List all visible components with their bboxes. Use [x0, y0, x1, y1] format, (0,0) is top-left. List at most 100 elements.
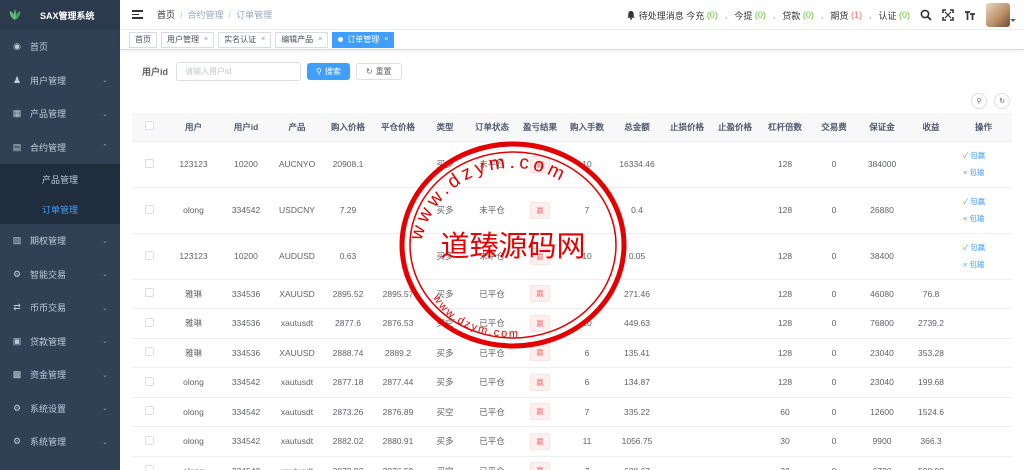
table-cell: 赢 — [517, 426, 563, 457]
today-withdraw-label[interactable]: 今提 — [734, 9, 752, 22]
select-all-checkbox[interactable] — [144, 121, 154, 131]
tab-label: 首页 — [135, 35, 151, 44]
column-header-8: 盈亏结果 — [517, 113, 563, 142]
lose-button[interactable]: × 包输 — [963, 256, 1012, 273]
table-cell: 0 — [811, 367, 857, 398]
sidebar-item-label: 合约管理 — [30, 142, 67, 153]
tab-2[interactable]: 实名认证 × — [218, 31, 272, 48]
row-checkbox[interactable] — [144, 288, 154, 298]
sidebar-item-4[interactable]: ▨ 期权管理 ⌄ — [0, 224, 120, 258]
tab-3[interactable]: 编辑产品 × — [275, 31, 329, 48]
search-icon[interactable] — [920, 9, 932, 21]
hamburger-icon[interactable] — [132, 10, 143, 19]
font-size-icon[interactable] — [964, 9, 976, 21]
table-row[interactable]: olong 334542 xautusdt 2882.02 2880.91 买多 已平仓赢 1… — [132, 426, 1012, 457]
win-button[interactable]: ✓ 包赢 — [963, 239, 1012, 256]
table-cell: 10200 — [221, 141, 271, 188]
close-icon[interactable]: × — [384, 36, 388, 43]
table-row[interactable]: olong334542xautusdt2873.922876.59买空已平仓 赢 7… — [132, 456, 1012, 470]
breadcrumb: 首页 / 合约管理 / 订单管理 — [157, 8, 272, 21]
row-checkbox[interactable] — [144, 317, 154, 327]
table-cell: 10200 — [221, 233, 271, 280]
column-header-7: 订单状态 — [467, 113, 517, 142]
result-badge: 赢 — [530, 403, 550, 421]
win-button[interactable]: ✓ 包赢 — [963, 193, 1012, 210]
table-header: 用户 用户id 产品 购入价格 平仓价格 类型 订单状态 盈亏结果 购入手数 总金额 止损价格 止盈价… — [132, 113, 1012, 142]
close-icon[interactable]: × — [204, 36, 208, 43]
search-button[interactable]: ⚲ 搜索 — [307, 63, 350, 80]
column-header-17: 操作 — [955, 113, 1012, 142]
row-checkbox[interactable] — [144, 204, 154, 214]
row-checkbox[interactable] — [144, 347, 154, 357]
column-header-13: 杠杆倍数 — [759, 113, 811, 142]
tab-4[interactable]: 订单管理 × — [332, 31, 395, 48]
actions-cell — [955, 426, 1012, 457]
table-cell: 已平仓 — [467, 397, 517, 427]
fullscreen-icon[interactable] — [942, 9, 954, 21]
watermark-stamp: www.dzym.com www.dzym.com 道臻源码网 — [399, 141, 627, 349]
row-checkbox[interactable] — [144, 465, 154, 470]
sidebar-item-2[interactable]: ▦ 产品管理 ⌄ — [0, 97, 120, 131]
table-cell: olong — [166, 397, 221, 427]
sidebar-item-8[interactable]: ▩ 资金管理 ⌄ — [0, 358, 120, 392]
sidebar-item-7[interactable]: ▣ 贷款管理 ⌄ — [0, 325, 120, 359]
breadcrumb-home[interactable]: 首页 — [157, 8, 175, 21]
table-cell — [663, 141, 711, 188]
svg-text:www.dzym.com: www.dzym.com — [430, 292, 520, 340]
tab-label: 实名认证 — [224, 35, 257, 44]
row-checkbox[interactable] — [144, 406, 154, 416]
close-icon[interactable]: × — [318, 36, 322, 43]
sidebar-item-10[interactable]: ⚙ 系统管理 ⌄ — [0, 425, 120, 459]
futures-label[interactable]: 期货 — [830, 9, 848, 22]
table-cell: 2877.44 — [373, 367, 423, 398]
table-cell: 6 — [563, 367, 611, 398]
sidebar-item-5[interactable]: ⚙ 智能交易 ⌄ — [0, 258, 120, 292]
table-row[interactable]: olong 334542 xautusdt 2877.18 2877.44 买多 已平仓赢 6… — [132, 367, 1012, 398]
row-checkbox[interactable] — [144, 376, 154, 386]
actions-cell: ✓ 包赢 × 包输 — [955, 187, 1012, 234]
table-cell: 353.28 — [907, 338, 955, 368]
table-cell: XAUUSD — [271, 338, 323, 368]
table-cell: 1524.6 — [907, 397, 955, 427]
tab-label: 用户管理 — [167, 35, 199, 44]
avatar[interactable] — [986, 3, 1016, 27]
dashboard-icon: ◉ — [13, 41, 21, 52]
row-checkbox[interactable] — [144, 435, 154, 445]
gear-icon: ⚙ — [12, 268, 22, 279]
sidebar-item-0[interactable]: ◉ 首页 — [0, 30, 120, 64]
reset-button[interactable]: ↻ 重置 — [355, 63, 402, 80]
table-cell: 334536 — [221, 308, 271, 339]
table-cell — [907, 233, 955, 280]
sidebar-subitem-0[interactable]: 产品管理 — [0, 164, 120, 194]
lose-button[interactable]: × 包输 — [963, 164, 1012, 181]
app-root: SAX管理系统 ◉ 首页 ♟ 用户管理 ⌄ ▦ 产品管理 ⌄ ▤ 合约管理 ⌃ 产品管理 订单管理 ▨ 期权… — [0, 0, 1024, 470]
toggle-search-icon[interactable]: ⚲ — [971, 93, 987, 109]
row-checkbox[interactable] — [144, 158, 154, 168]
table-cell: 76.8 — [907, 279, 955, 309]
loan-label[interactable]: 贷款 — [782, 9, 800, 22]
column-header-5: 平仓价格 — [373, 113, 423, 142]
today-charge-label[interactable]: 今充 — [686, 9, 704, 22]
win-button[interactable]: ✓ 包赢 — [963, 147, 1012, 164]
reset-button-label: 重置 — [375, 67, 392, 76]
sidebar-item-6[interactable]: ⇄ 币币交易 ⌄ — [0, 291, 120, 325]
table-cell — [132, 233, 166, 280]
table-cell — [663, 233, 711, 280]
tab-1[interactable]: 用户管理 × — [161, 31, 215, 48]
column-header-15: 保证金 — [857, 113, 907, 142]
lose-button[interactable]: × 包输 — [963, 210, 1012, 227]
sidebar-item-1[interactable]: ♟ 用户管理 ⌄ — [0, 64, 120, 98]
tab-label: 编辑产品 — [281, 35, 314, 44]
user-id-input[interactable]: 请输入用户id — [176, 62, 301, 81]
refresh-icon[interactable]: ↻ — [994, 93, 1010, 109]
sidebar-subitem-1[interactable]: 订单管理 — [0, 194, 120, 224]
row-checkbox[interactable] — [144, 250, 154, 260]
table-cell — [132, 187, 166, 234]
tab-0[interactable]: 首页 — [129, 31, 157, 48]
verify-label[interactable]: 认证 — [878, 9, 896, 22]
table-row[interactable]: olong 334542 xautusdt 2873.26 2876.89 买空 已平仓赢 7… — [132, 397, 1012, 427]
sidebar-item-9[interactable]: ⚙ 系统设置 ⌄ — [0, 392, 120, 426]
futures-count: (1) — [850, 10, 862, 20]
sidebar-item-3[interactable]: ▤ 合约管理 ⌃ — [0, 131, 120, 165]
close-icon[interactable]: × — [261, 36, 265, 43]
